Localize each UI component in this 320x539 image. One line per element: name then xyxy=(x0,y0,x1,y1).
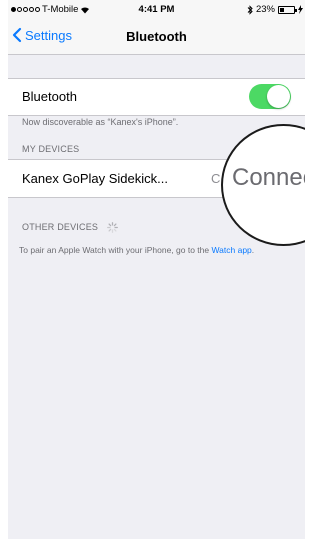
magnifier-callout: Connecte xyxy=(221,124,305,246)
battery-percent: 23% xyxy=(255,4,275,15)
status-bar: T-Mobile 4:41 PM 23% xyxy=(8,0,305,20)
charging-icon xyxy=(298,5,303,14)
magnified-status-text: Connecte xyxy=(232,164,305,191)
phone-screen: T-Mobile 4:41 PM 23% Settings Bluetooth xyxy=(8,0,305,539)
watch-pairing-hint: To pair an Apple Watch with your iPhone,… xyxy=(19,245,254,255)
device-status: C xyxy=(211,171,221,186)
footer-suffix: . xyxy=(251,245,255,255)
status-right: 23% xyxy=(247,4,303,15)
toggle-knob xyxy=(267,85,290,108)
bluetooth-toggle-row: Bluetooth xyxy=(8,78,305,116)
loading-spinner-icon xyxy=(106,222,118,234)
discoverable-caption: Now discoverable as “Kanex's iPhone”. xyxy=(22,117,179,127)
watch-app-link[interactable]: Watch app xyxy=(211,245,251,255)
battery-icon xyxy=(278,5,297,14)
other-devices-header: OTHER DEVICES xyxy=(22,222,118,234)
my-devices-header: MY DEVICES xyxy=(22,144,80,154)
bluetooth-icon xyxy=(247,4,253,15)
other-devices-label: OTHER DEVICES xyxy=(22,222,99,232)
device-name: Kanex GoPlay Sidekick... xyxy=(22,171,168,186)
navigation-bar: Settings Bluetooth xyxy=(8,20,305,55)
bluetooth-label: Bluetooth xyxy=(22,89,77,104)
bluetooth-toggle[interactable] xyxy=(249,84,291,109)
footer-text: To pair an Apple Watch with your iPhone,… xyxy=(19,245,212,255)
page-title: Bluetooth xyxy=(126,29,187,44)
